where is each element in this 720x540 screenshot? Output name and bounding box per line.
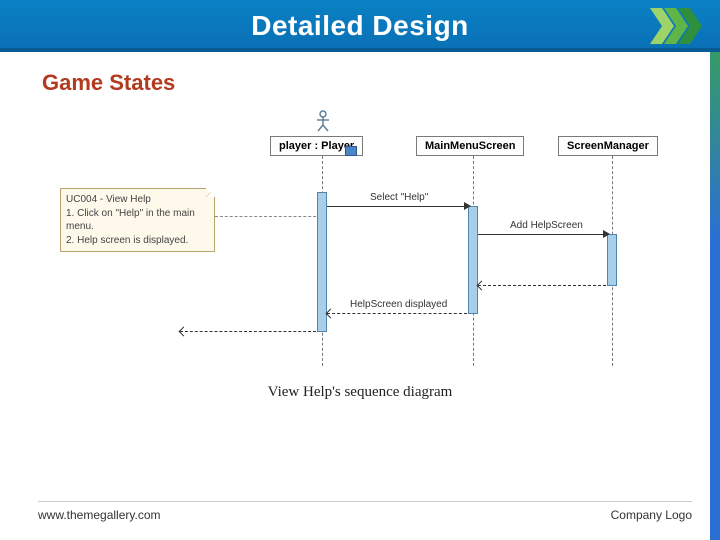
note-title: UC004 - View Help [66,193,209,207]
message-arrow [478,234,606,235]
side-accent-bar [710,0,720,540]
chevron-decoration-icon [650,8,706,44]
object-icon [345,146,357,156]
arrowhead-open-icon [179,327,189,337]
note-line: 2. Help screen is displayed. [66,234,209,248]
arrowhead-open-icon [477,281,487,291]
slide-title: Detailed Design [251,10,469,42]
message-label: Add HelpScreen [510,220,583,231]
return-arrow [478,285,606,286]
arrowhead-icon [464,202,471,210]
diagram-caption: View Help's sequence diagram [0,384,720,401]
message-arrow [327,206,467,207]
activation-bar [317,192,327,332]
message-label: HelpScreen displayed [350,299,447,310]
message-label: Select "Help" [370,192,428,203]
lifeline-main-menu: MainMenuScreen [416,136,524,156]
activation-bar [468,206,478,314]
arrowhead-open-icon [326,309,336,319]
actor-icon [315,110,331,132]
slide-footer: www.themegallery.com Company Logo [38,501,692,522]
sequence-diagram: player : Player MainMenuScreen ScreenMan… [60,110,660,370]
note-line: 1. Click on "Help" in the main menu. [66,207,209,234]
slide-header: Detailed Design [0,0,720,52]
return-arrow [180,331,316,332]
arrowhead-icon [603,230,610,238]
note-anchor-line [215,216,321,217]
section-heading: Game States [42,70,720,96]
footer-logo: Company Logo [611,508,692,522]
lifeline-screen-manager: ScreenManager [558,136,658,156]
activation-bar [607,234,617,286]
return-arrow [327,313,467,314]
footer-url: www.themegallery.com [38,508,160,522]
uml-note: UC004 - View Help 1. Click on "Help" in … [60,188,215,252]
